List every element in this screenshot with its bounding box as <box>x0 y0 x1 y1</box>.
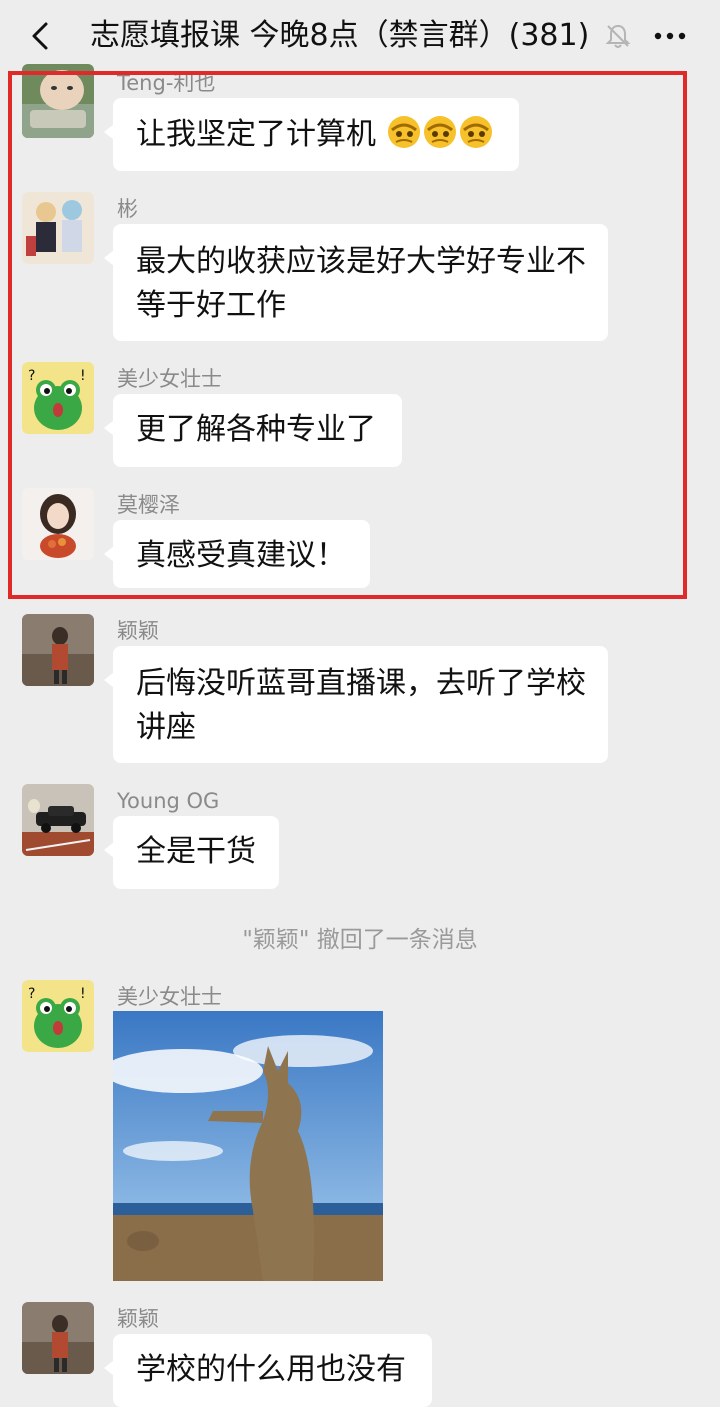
kangaroo-image-icon <box>113 1011 383 1281</box>
mute-bell-icon <box>605 24 631 48</box>
avatar[interactable] <box>22 784 94 856</box>
message-bubble[interactable]: 全是干货 <box>104 816 279 889</box>
svg-text:?: ? <box>28 986 35 1002</box>
chat-title: 志愿填报课 今晚8点（禁言群）(381) <box>90 18 590 53</box>
message-text: 全是干货 <box>136 834 256 869</box>
sender-name: 颖颖 <box>117 619 159 643</box>
car-avatar-icon <box>22 784 94 856</box>
person-avatar-icon <box>22 614 94 686</box>
message-bubble[interactable]: 后悔没听蓝哥直播课，去听了学校 讲座 <box>104 646 608 763</box>
person-avatar-icon <box>22 1302 94 1374</box>
sender-name: 美少女壮士 <box>117 985 222 1009</box>
kangaroo-photo[interactable] <box>113 1011 383 1281</box>
sender-name: Young OG <box>117 789 220 813</box>
back-arrow-icon[interactable] <box>22 16 62 56</box>
frog-avatar-icon: ? ! <box>22 980 94 1052</box>
avatar[interactable]: ? ! <box>22 980 94 1052</box>
message-text: 讲座 <box>136 710 196 745</box>
svg-text:!: ! <box>80 986 86 1002</box>
message-bubble[interactable]: 学校的什么用也没有 <box>104 1334 432 1407</box>
message-text: 后悔没听蓝哥直播课，去听了学校 <box>136 666 586 701</box>
avatar[interactable] <box>22 1302 94 1374</box>
highlight-box <box>8 71 687 599</box>
message-text: 学校的什么用也没有 <box>136 1352 406 1387</box>
chat-header: 志愿填报课 今晚8点（禁言群）(381) <box>0 0 720 72</box>
avatar[interactable] <box>22 614 94 686</box>
sender-name: 颖颖 <box>117 1307 159 1331</box>
recall-notice: "颖颖" 撤回了一条消息 <box>242 927 478 953</box>
more-options-icon[interactable] <box>650 22 690 50</box>
